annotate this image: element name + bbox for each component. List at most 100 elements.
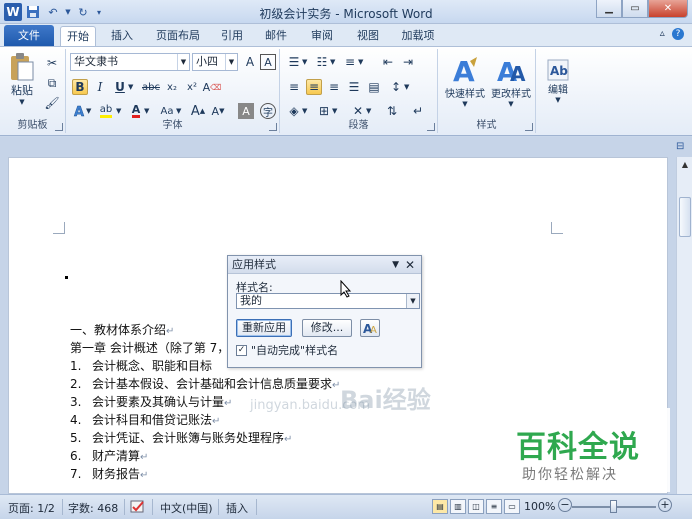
shrink-font-button[interactable]: A ▼ [210, 103, 226, 119]
justify-icon[interactable]: ☰ [346, 79, 362, 95]
tab-file[interactable]: 文件 [4, 25, 54, 46]
paste-button[interactable]: 粘贴 ▼ [6, 51, 38, 107]
format-painter-icon[interactable]: 🖌 [44, 95, 60, 111]
highlight-dropdown-icon[interactable]: ▼ [116, 107, 121, 115]
strikethrough-button[interactable]: abc [140, 79, 162, 95]
vertical-scrollbar[interactable]: ▲ [676, 157, 692, 494]
shading-icon[interactable]: ◈ [286, 103, 302, 119]
zoom-level[interactable]: 100% [524, 500, 555, 513]
paragraph-launcher-icon[interactable] [427, 123, 435, 131]
view-ruler-icon[interactable]: ⊟ [676, 141, 690, 155]
cut-icon[interactable]: ✂ [44, 55, 60, 71]
font-name-dropdown-icon[interactable]: ▼ [177, 54, 189, 70]
borders-icon[interactable]: ⊞ [316, 103, 332, 119]
tab-review[interactable]: 审阅 [304, 26, 340, 46]
language-indicator[interactable]: 中文(中国) [160, 500, 213, 516]
bullets-dropdown-icon[interactable]: ▼ [302, 58, 307, 66]
web-layout-icon[interactable]: ◫ [468, 499, 484, 514]
word-count[interactable]: 字数: 468 [68, 500, 118, 516]
tab-page-layout[interactable]: 页面布局 [150, 26, 206, 46]
align-left-icon[interactable]: ≡ [286, 79, 302, 95]
distributed-icon[interactable]: ▤ [366, 79, 382, 95]
maximize-button[interactable]: ▭ [622, 0, 648, 18]
help-icon[interactable]: ? [672, 28, 684, 40]
tab-mailings[interactable]: 邮件 [258, 26, 294, 46]
text-effects-dropdown-icon[interactable]: ▼ [86, 107, 91, 115]
autocomplete-checkbox[interactable]: ✓ [236, 344, 247, 356]
dialog-close-icon[interactable]: ✕ [405, 256, 415, 274]
font-name-combo[interactable]: 华文隶书 ▼ [70, 53, 190, 71]
proofing-icon[interactable] [130, 500, 146, 517]
full-screen-reading-icon[interactable]: ▥ [450, 499, 466, 514]
styles-launcher-icon[interactable] [525, 123, 533, 131]
tab-references[interactable]: 引用 [214, 26, 250, 46]
reapply-button[interactable]: 重新应用 [236, 319, 292, 337]
change-case-dropdown-icon[interactable]: ▼ [176, 107, 181, 115]
align-right-icon[interactable]: ≡ [326, 79, 342, 95]
outline-view-icon[interactable]: ≡ [486, 499, 502, 514]
scroll-up-icon[interactable]: ▲ [677, 157, 692, 173]
tab-insert[interactable]: 插入 [104, 26, 140, 46]
draft-view-icon[interactable]: ▭ [504, 499, 520, 514]
chinese-layout-icon[interactable]: ✕ [350, 103, 366, 119]
change-styles-button[interactable]: AA 更改样式 ▼ [488, 51, 534, 111]
underline-dropdown-icon[interactable]: ▼ [128, 83, 133, 91]
autocomplete-option[interactable]: ✓ "自动完成"样式名 [236, 342, 338, 358]
underline-button[interactable]: U [112, 79, 128, 95]
print-layout-view-icon[interactable]: ▤ [432, 499, 448, 514]
enclose-characters-button[interactable]: 字 [260, 103, 276, 119]
character-shading-button[interactable]: A [238, 103, 254, 119]
superscript-button[interactable]: x² [184, 79, 200, 95]
font-size-combo[interactable]: 小四 ▼ [192, 53, 238, 71]
font-color-button[interactable]: A [128, 103, 144, 119]
sort-icon[interactable]: ⇅ [384, 103, 400, 119]
modify-button[interactable]: 修改... [302, 319, 352, 337]
tab-addins[interactable]: 加载项 [396, 26, 440, 46]
borders-dropdown-icon[interactable]: ▼ [332, 107, 337, 115]
quick-styles-button[interactable]: A 快速样式 ▼ [442, 51, 488, 111]
italic-button[interactable]: I [92, 79, 108, 95]
style-name-dropdown-icon[interactable]: ▼ [406, 294, 419, 308]
decrease-indent-icon[interactable]: ⇤ [380, 54, 396, 70]
numbering-icon[interactable]: ☷ [314, 54, 330, 70]
collapse-ribbon-icon[interactable]: ▵ [660, 28, 665, 39]
insert-mode-indicator[interactable]: 插入 [226, 500, 248, 516]
subscript-button[interactable]: x₂ [164, 79, 180, 95]
change-case-button[interactable]: Aa [156, 103, 178, 119]
style-name-input[interactable]: 我的 ▼ [236, 293, 420, 309]
line-spacing-icon[interactable]: ↕ [388, 79, 404, 95]
character-border-icon[interactable]: A [260, 54, 276, 70]
minimize-button[interactable]: ▁ [596, 0, 622, 18]
phonetic-guide-icon[interactable]: A [242, 54, 258, 70]
font-color-dropdown-icon[interactable]: ▼ [144, 107, 149, 115]
numbering-dropdown-icon[interactable]: ▼ [330, 58, 335, 66]
align-center-icon[interactable]: ≡ [306, 79, 322, 95]
chinese-layout-dropdown-icon[interactable]: ▼ [366, 107, 371, 115]
shading-dropdown-icon[interactable]: ▼ [302, 107, 307, 115]
multilevel-list-icon[interactable]: ≡ [342, 54, 358, 70]
dialog-title-bar[interactable]: 应用样式 ▼ ✕ [228, 256, 421, 274]
zoom-in-button[interactable]: + [658, 498, 672, 512]
zoom-out-button[interactable]: − [558, 498, 572, 512]
bold-button[interactable]: B [72, 79, 88, 95]
page-count[interactable]: 页面: 1/2 [8, 500, 55, 516]
grow-font-button[interactable]: A ▲ [190, 103, 206, 119]
styles-pane-button[interactable]: AA [360, 319, 380, 337]
multilevel-dropdown-icon[interactable]: ▼ [358, 58, 363, 66]
highlight-button[interactable]: ab [96, 103, 116, 119]
font-launcher-icon[interactable] [269, 123, 277, 131]
line-spacing-dropdown-icon[interactable]: ▼ [404, 83, 409, 91]
clear-formatting-icon[interactable]: A ⌫ [203, 79, 222, 95]
dialog-options-icon[interactable]: ▼ [392, 256, 399, 274]
clipboard-launcher-icon[interactable] [55, 123, 63, 131]
font-size-dropdown-icon[interactable]: ▼ [225, 54, 237, 70]
zoom-slider-thumb[interactable] [610, 500, 617, 513]
copy-icon[interactable]: ⧉ [44, 75, 60, 91]
tab-view[interactable]: 视图 [350, 26, 386, 46]
show-marks-icon[interactable]: ↵ [410, 103, 426, 119]
scroll-thumb[interactable] [679, 197, 691, 237]
tab-home[interactable]: 开始 [60, 26, 96, 46]
increase-indent-icon[interactable]: ⇥ [400, 54, 416, 70]
bullets-icon[interactable]: ☰ [286, 54, 302, 70]
editing-button[interactable]: Ab 编辑 ▼ [540, 51, 576, 111]
